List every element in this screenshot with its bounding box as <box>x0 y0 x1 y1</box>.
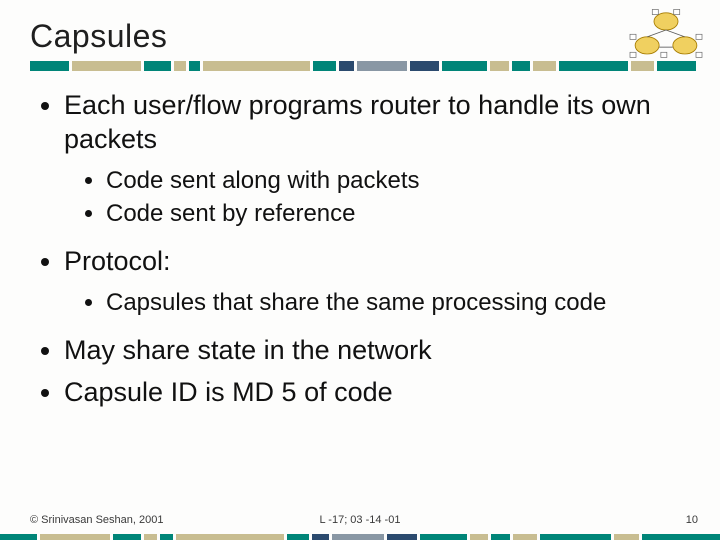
footer-page-number: 10 <box>686 514 698 526</box>
bullet-4: Capsule ID is MD 5 of code <box>64 376 696 410</box>
bullet-1: Each user/flow programs router to handle… <box>64 89 696 157</box>
title-divider <box>30 61 696 71</box>
decorative-graphic <box>622 6 710 66</box>
footer-lecture-id: L -17; 03 -14 -01 <box>0 514 720 526</box>
bullet-3: May share state in the network <box>64 334 696 368</box>
slide-title: Capsules <box>30 18 696 55</box>
footer-divider <box>0 534 720 540</box>
bullet-2-sub-1: Capsules that share the same processing … <box>106 287 696 318</box>
bullet-2: Protocol: <box>64 245 696 279</box>
slide: Capsules Each user/flow programs router … <box>0 0 720 540</box>
bullet-1-sub-2: Code sent by reference <box>106 198 696 229</box>
slide-body: Each user/flow programs router to handle… <box>30 89 696 409</box>
bullet-1-sub-1: Code sent along with packets <box>106 165 696 196</box>
